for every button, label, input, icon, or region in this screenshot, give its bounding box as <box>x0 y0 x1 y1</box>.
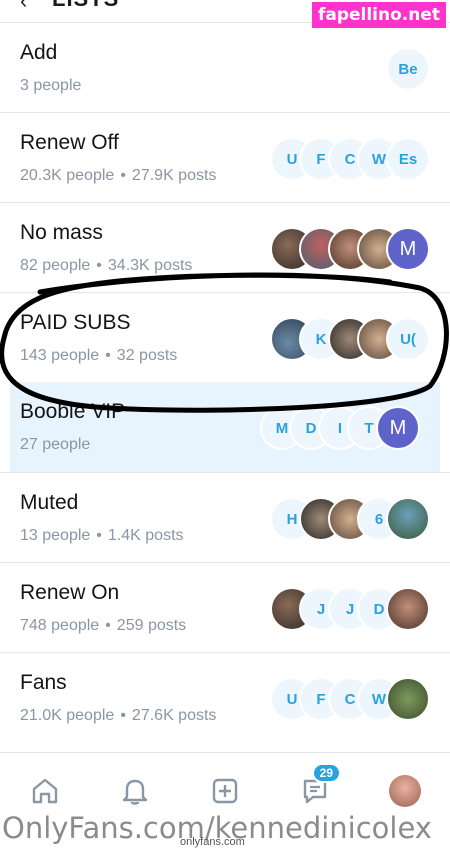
list-title: Fans <box>20 671 67 694</box>
messages-icon[interactable]: 29 <box>293 762 341 813</box>
member-avatars: MTIDM <box>260 406 420 450</box>
avatar: Es <box>386 137 430 181</box>
posts-count: 27.9K posts <box>131 167 217 184</box>
member-avatars: Es W C F U <box>270 137 430 181</box>
separator-dot: • <box>96 257 102 274</box>
people-count: 21.0K people <box>20 707 115 724</box>
people-count: 3 people <box>20 77 82 94</box>
list-row[interactable]: PAID SUBS 143 people • 32 posts U(K <box>0 292 450 382</box>
list-stats: 82 people • 34.3K posts <box>20 257 192 275</box>
list-row[interactable]: Boobie VIP 27 people M T I D M <box>10 382 440 472</box>
list-title: No mass <box>20 221 103 244</box>
member-avatars: Be <box>386 47 430 91</box>
messages-badge: 29 <box>311 762 341 783</box>
avatar <box>386 497 430 541</box>
avatar: Be <box>386 47 430 91</box>
list-title: Renew Off <box>20 131 119 154</box>
avatar: M <box>376 406 420 450</box>
separator-dot: • <box>120 707 126 724</box>
list-row[interactable]: Renew Off 20.3K people • 27.9K posts Es W C F U <box>0 112 450 202</box>
posts-count: 259 posts <box>116 617 187 634</box>
avatar <box>386 587 430 631</box>
separator-dot: • <box>105 347 111 364</box>
plus-square-icon[interactable] <box>203 769 247 813</box>
separator-dot: • <box>96 527 102 544</box>
list-title: Add <box>20 41 58 64</box>
member-avatars: 6H <box>270 497 430 541</box>
list-stats: 21.0K people • 27.6K posts <box>20 707 216 725</box>
list-stats: 20.3K people • 27.9K posts <box>20 167 216 185</box>
people-count: 20.3K people <box>20 167 115 184</box>
list-stats: 143 people • 32 posts <box>20 347 177 365</box>
page-title: LISTS <box>52 0 119 12</box>
member-avatars: WCFU <box>270 677 430 721</box>
list-title: Renew On <box>20 581 120 604</box>
list-title: Boobie VIP <box>20 400 126 423</box>
people-count: 143 people <box>20 347 100 364</box>
people-count: 13 people <box>20 527 91 544</box>
lists-container: Add 3 people Be Renew Off 20.3K people • 27.9K… <box>0 22 450 742</box>
list-row[interactable]: Fans 21.0K people • 27.6K posts W C F U <box>0 652 450 742</box>
list-row[interactable]: Muted 13 people • 1.4K posts 6 H <box>0 472 450 562</box>
people-count: 82 people <box>20 257 91 274</box>
separator-dot: • <box>120 167 126 184</box>
list-row[interactable]: Renew On 748 people • 259 posts D J J <box>0 562 450 652</box>
people-count: 27 people <box>20 436 91 453</box>
footnote: onlyfans.com <box>180 836 245 848</box>
member-avatars: M <box>270 227 430 271</box>
back-arrow-icon[interactable]: ‹ <box>20 0 27 14</box>
avatar <box>386 677 430 721</box>
posts-count: 34.3K posts <box>107 257 193 274</box>
list-title: Muted <box>20 491 79 514</box>
member-avatars: DJJ <box>270 587 430 631</box>
home-icon[interactable] <box>23 769 67 813</box>
list-stats: 27 people <box>20 436 90 454</box>
posts-count: 27.6K posts <box>131 707 217 724</box>
posts-count: 1.4K posts <box>107 527 184 544</box>
avatar: U( <box>386 317 430 361</box>
list-stats: 13 people • 1.4K posts <box>20 527 184 545</box>
member-avatars: U(K <box>270 317 430 361</box>
profile-avatar[interactable] <box>383 769 427 813</box>
list-row[interactable]: Add 3 people Be <box>0 22 450 112</box>
separator-dot: • <box>105 617 111 634</box>
list-stats: 3 people <box>20 77 81 95</box>
list-title: PAID SUBS <box>20 311 131 334</box>
bell-icon[interactable] <box>113 769 157 813</box>
list-stats: 748 people • 259 posts <box>20 617 186 635</box>
list-row[interactable]: No mass 82 people • 34.3K posts M <box>0 202 450 292</box>
posts-count: 32 posts <box>116 347 178 364</box>
watermark-top: fapellino.net <box>311 2 446 28</box>
avatar: M <box>386 227 430 271</box>
people-count: 748 people <box>20 617 100 634</box>
